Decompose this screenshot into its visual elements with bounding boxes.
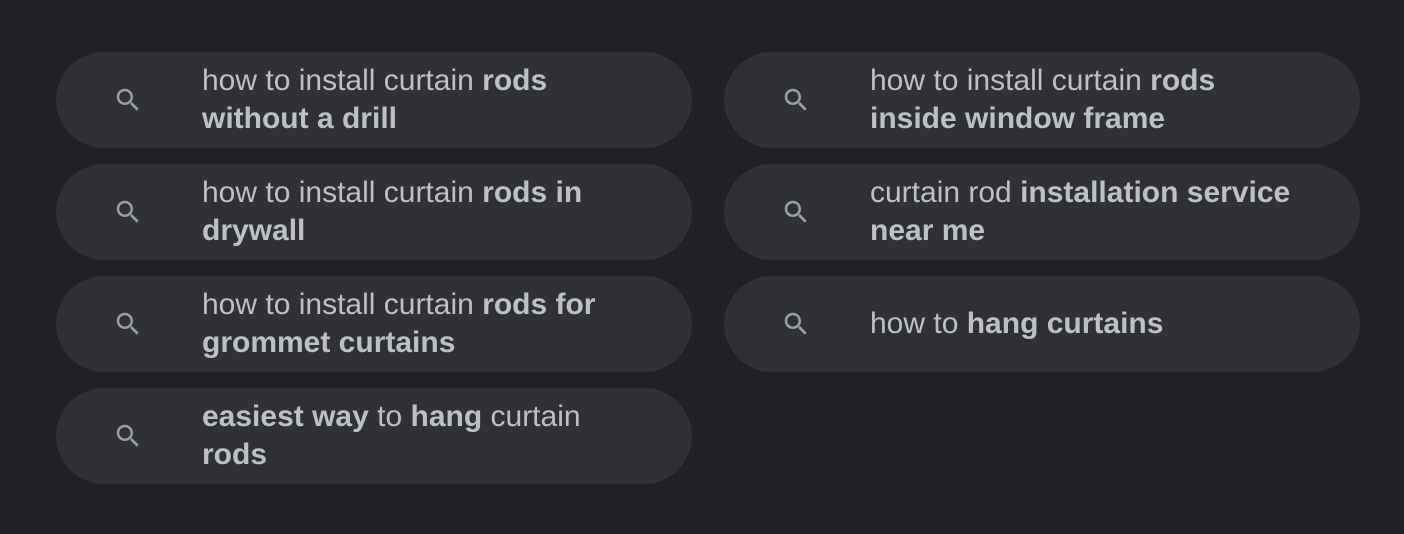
query-text: how to install curtain [870,64,1151,97]
query-text: how to install curtain [202,288,483,321]
related-searches: how to install curtain rods without a dr… [56,52,1360,484]
related-search-chip[interactable]: curtain rod installation service near me [724,164,1360,260]
related-search-text: easiest way to hang curtain rods [202,398,632,474]
related-search-chip[interactable]: how to hang curtains [724,276,1360,372]
search-icon [781,309,811,339]
query-text: curtain rod [870,176,1021,209]
related-search-chip[interactable]: how to install curtain rods inside windo… [724,52,1360,148]
related-search-text: how to install curtain rods for grommet … [202,286,632,362]
query-text-bold: rods [202,438,268,471]
search-icon [113,309,143,339]
query-text: how to install curtain [202,64,483,97]
query-text: curtain [482,400,581,433]
related-search-chip[interactable]: how to install curtain rods for grommet … [56,276,692,372]
query-text: how to [870,307,967,340]
search-icon [781,85,811,115]
related-search-chip[interactable]: easiest way to hang curtain rods [56,388,692,484]
query-text: to [368,400,411,433]
query-text-bold: easiest way [202,400,369,433]
query-text-bold: hang [410,400,483,433]
related-search-text: how to install curtain rods without a dr… [202,62,632,138]
search-icon [113,85,143,115]
query-text-bold: hang curtains [966,307,1164,340]
related-search-text: how to hang curtains [870,305,1300,343]
related-search-chip[interactable]: how to install curtain rods in drywall [56,164,692,260]
related-search-text: curtain rod installation service near me [870,174,1300,250]
related-search-chip[interactable]: how to install curtain rods without a dr… [56,52,692,148]
query-text: how to install curtain [202,176,483,209]
related-search-text: how to install curtain rods inside windo… [870,62,1300,138]
search-icon [781,197,811,227]
search-icon [113,197,143,227]
related-search-text: how to install curtain rods in drywall [202,174,632,250]
search-icon [113,421,143,451]
